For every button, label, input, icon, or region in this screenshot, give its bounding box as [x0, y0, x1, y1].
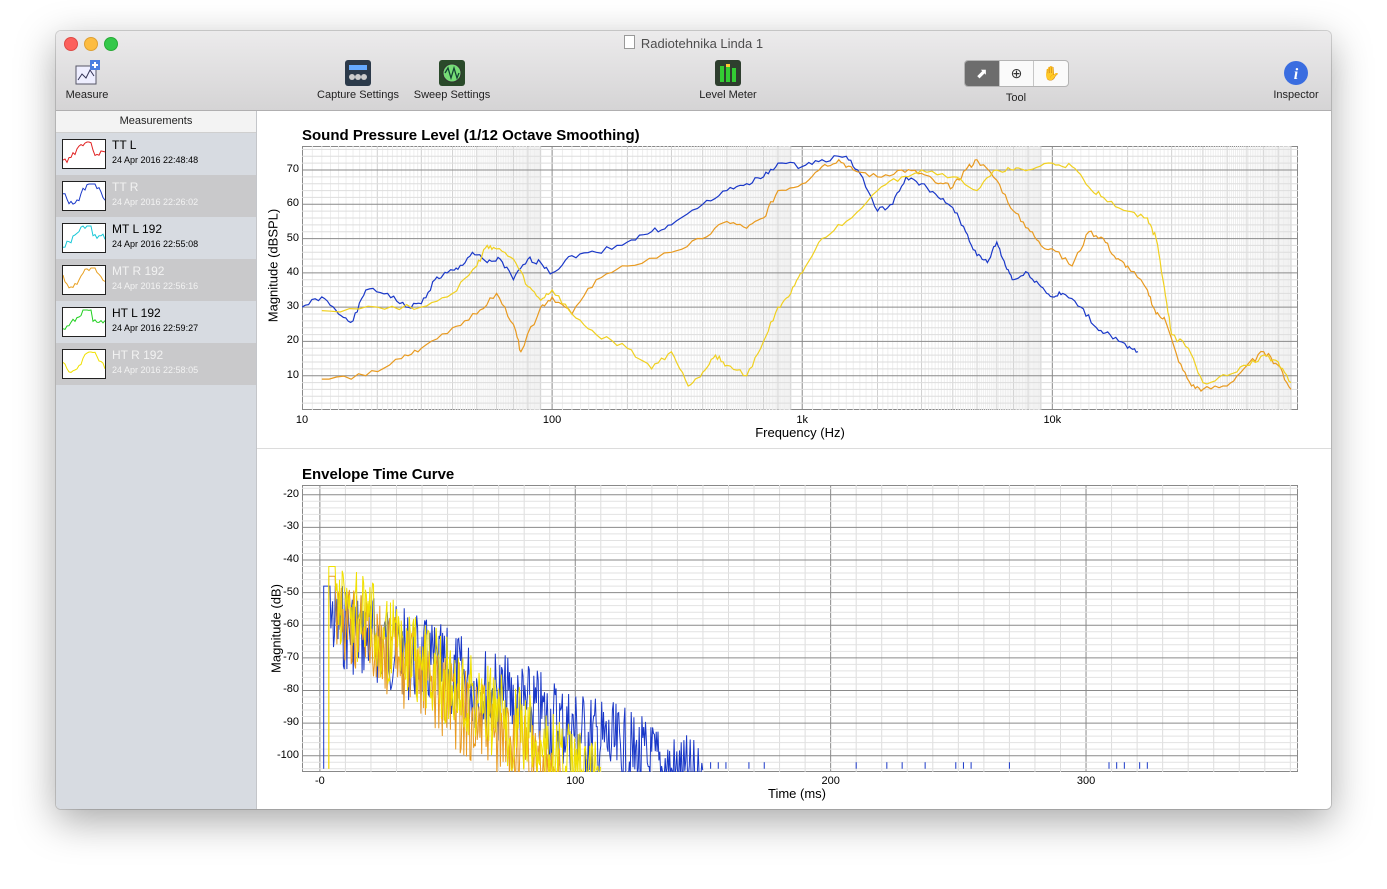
- measure-button[interactable]: Measure: [62, 60, 112, 101]
- hand-icon[interactable]: ✋: [1034, 61, 1068, 86]
- measurement-date: 24 Apr 2016 22:55:08: [112, 239, 199, 249]
- etc-y-tick-label: -90: [283, 716, 299, 729]
- inspector-button[interactable]: i Inspector: [1268, 60, 1324, 101]
- spl-y-tick-label: 30: [286, 300, 299, 313]
- spl-x-tick-label: 10k: [1043, 414, 1062, 426]
- etc-y-tick-label: -80: [283, 683, 299, 696]
- level-meter-icon: [715, 60, 741, 86]
- measurement-item[interactable]: TT L 24 Apr 2016 22:48:48: [56, 133, 256, 175]
- spl-plot[interactable]: [302, 146, 1298, 410]
- measurement-name: TT L: [112, 138, 137, 152]
- measurement-name: HT L 192: [112, 306, 161, 320]
- measurement-name: MT R 192: [112, 264, 165, 278]
- etc-y-tick-label: -60: [283, 618, 299, 631]
- measurement-name: HT R 192: [112, 348, 164, 362]
- measurement-date: 24 Apr 2016 22:26:02: [112, 197, 199, 207]
- measurement-thumbnail: [62, 349, 106, 379]
- measurement-item[interactable]: HT L 192 24 Apr 2016 22:59:27: [56, 301, 256, 343]
- info-icon: i: [1283, 60, 1309, 86]
- zoom-in-icon[interactable]: ⊕: [1000, 61, 1035, 86]
- measurement-thumbnail: [62, 181, 106, 211]
- measurement-item[interactable]: TT R 24 Apr 2016 22:26:02: [56, 175, 256, 217]
- spl-y-tick-label: 40: [286, 265, 299, 278]
- etc-y-tick-label: -70: [283, 650, 299, 663]
- measurement-thumbnail: [62, 139, 106, 169]
- spl-x-tick-label: 100: [542, 414, 562, 426]
- etc-x-tick-label: 300: [1076, 775, 1096, 787]
- etc-plot-frame: [302, 485, 1298, 772]
- measurement-name: MT L 192: [112, 222, 163, 236]
- capture-settings-button[interactable]: Capture Settings: [312, 60, 404, 101]
- measurement-item[interactable]: HT R 192 24 Apr 2016 22:58:05: [56, 343, 256, 385]
- measurement-item[interactable]: MT R 192 24 Apr 2016 22:56:16: [56, 259, 256, 301]
- etc-y-tick-label: -100: [276, 748, 299, 761]
- spl-plot-frame: [302, 146, 1298, 410]
- chart-divider: [257, 448, 1331, 449]
- spl-y-tick-label: 60: [286, 197, 299, 210]
- measurement-item[interactable]: MT L 192 24 Apr 2016 22:55:08: [56, 217, 256, 259]
- measurements-header: Measurements: [56, 111, 256, 133]
- etc-y-tick-label: -50: [283, 585, 299, 598]
- measurement-date: 24 Apr 2016 22:59:27: [112, 323, 199, 333]
- etc-y-tick-label: -20: [283, 487, 299, 500]
- chart-area: Sound Pressure Level (1/12 Octave Smooth…: [257, 111, 1331, 809]
- svg-text:i: i: [1294, 66, 1299, 83]
- measure-icon: [74, 60, 100, 86]
- document-icon: [623, 35, 635, 49]
- etc-x-tick-label: 100: [566, 775, 585, 787]
- measurement-date: 24 Apr 2016 22:58:05: [112, 365, 199, 375]
- etc-x-axis-label: Time (ms): [767, 786, 826, 801]
- spl-y-tick-label: 20: [286, 334, 299, 347]
- spl-chart-title: Sound Pressure Level (1/12 Octave Smooth…: [302, 127, 640, 144]
- measurement-name: TT R: [112, 180, 139, 194]
- etc-chart-title: Envelope Time Curve: [302, 466, 455, 483]
- spl-x-tick-label: 1k: [796, 414, 809, 426]
- etc-y-tick-label: -40: [283, 553, 299, 565]
- app-window: Radiotehnika Linda 1 Measure Capture Set…: [56, 31, 1331, 809]
- level-meter-button[interactable]: Level Meter: [694, 60, 762, 101]
- toolbar: Radiotehnika Linda 1 Measure Capture Set…: [56, 31, 1331, 111]
- pointer-icon[interactable]: ⬈: [965, 61, 1000, 86]
- sweep-settings-icon: [439, 60, 465, 86]
- measurement-thumbnail: [62, 265, 106, 295]
- etc-x-tick-label: 200: [821, 775, 840, 787]
- spl-x-tick-label: 10: [295, 414, 309, 426]
- spl-y-tick-label: 10: [286, 368, 299, 381]
- measurement-thumbnail: [62, 307, 106, 337]
- tool-label: Tool: [1005, 92, 1027, 104]
- tool-segmented-control[interactable]: ⬈ ⊕ ✋: [964, 60, 1069, 87]
- spl-y-tick-label: 70: [286, 163, 299, 175]
- sweep-settings-button[interactable]: Sweep Settings: [410, 60, 494, 101]
- measurement-thumbnail: [62, 223, 106, 253]
- measurements-sidebar: Measurements TT L 24 Apr 2016 22:48:48 TT …: [56, 111, 257, 809]
- capture-settings-icon: [345, 60, 371, 86]
- spl-x-axis-label: Frequency (Hz): [755, 425, 845, 440]
- measurement-date: 24 Apr 2016 22:48:48: [112, 155, 199, 165]
- measurements-list: TT L 24 Apr 2016 22:48:48 TT R 24 Apr 2016 …: [56, 133, 256, 385]
- etc-plot[interactable]: [302, 485, 1298, 772]
- window-title: Radiotehnika Linda 1: [56, 35, 1331, 51]
- measurement-date: 24 Apr 2016 22:56:16: [112, 281, 199, 291]
- etc-y-tick-label: -30: [283, 520, 299, 533]
- spl-y-tick-label: 50: [286, 231, 299, 244]
- etc-x-tick-label: -0: [314, 775, 325, 787]
